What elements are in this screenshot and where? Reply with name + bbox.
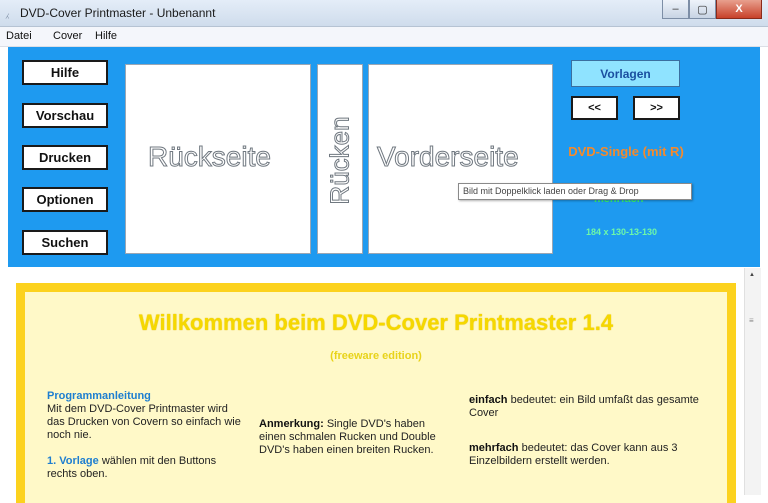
menu-cover[interactable]: Cover (53, 30, 82, 42)
back-cover-area[interactable]: Rückseite (125, 64, 311, 254)
window-controls: ‒ ▢ X (662, 0, 762, 20)
guide-text: Mit dem DVD-Cover Printmaster wird das D… (47, 403, 241, 441)
vertical-scrollbar[interactable]: ▲ ≡ (744, 268, 761, 495)
scroll-grip-icon[interactable]: ≡ (749, 316, 754, 325)
next-template-button[interactable]: >> (633, 96, 680, 120)
multi-paragraph: mehrfach bedeutet: das Cover kann aus 3 … (469, 442, 704, 468)
scroll-up-arrow-icon[interactable]: ▲ (749, 272, 755, 278)
spine-label: Rücken (324, 116, 355, 205)
step1-paragraph: 1. Vorlage wählen mit den Buttons rechts… (47, 455, 247, 481)
guide-column: Programmanleitung Mit dem DVD-Cover Prin… (47, 390, 247, 481)
minimize-button[interactable]: ‒ (662, 0, 689, 19)
simple-paragraph: einfach bedeutet: ein Bild umfaßt das ge… (469, 394, 704, 420)
cover-type-label: DVD-Single (mit R) (568, 144, 684, 159)
spine-area[interactable]: Rücken (317, 64, 363, 254)
back-cover-label: Rückseite (148, 141, 272, 173)
app-icon: ⁁ (6, 7, 9, 19)
multi-heading: mehrfach (469, 442, 519, 454)
menu-hilfe[interactable]: Hilfe (95, 30, 117, 42)
front-cover-label: Vorderseite (377, 141, 520, 173)
welcome-heading: Willkommen beim DVD-Cover Printmaster 1.… (138, 310, 614, 335)
vorschau-button[interactable]: Vorschau (22, 103, 108, 128)
optionen-button[interactable]: Optionen (22, 187, 108, 212)
suchen-button[interactable]: Suchen (22, 230, 108, 255)
vorlagen-button[interactable]: Vorlagen (571, 60, 680, 87)
size-label: 184 x 130-13-130 (586, 227, 658, 237)
control-panel: Hilfe Vorschau Drucken Optionen Suchen R… (8, 47, 760, 267)
drucken-button[interactable]: Drucken (22, 145, 108, 170)
guide-heading: Programmanleitung (47, 390, 151, 402)
step1-heading: 1. Vorlage (47, 455, 99, 467)
menu-bar: Datei Cover Hilfe (0, 27, 768, 47)
info-column: einfach bedeutet: ein Bild umfaßt das ge… (469, 394, 704, 468)
close-button[interactable]: X (716, 0, 762, 19)
note-heading: Anmerkung: (259, 418, 324, 430)
title-bar: ⁁ DVD-Cover Printmaster - Unbenannt ‒ ▢ … (0, 0, 768, 27)
window-title: DVD-Cover Printmaster - Unbenannt (20, 6, 216, 20)
menu-datei[interactable]: Datei (6, 30, 32, 42)
prev-template-button[interactable]: << (571, 96, 618, 120)
welcome-content: Willkommen beim DVD-Cover Printmaster 1.… (16, 283, 736, 503)
note-column: Anmerkung: Single DVD's haben einen schm… (259, 418, 454, 457)
hilfe-button[interactable]: Hilfe (22, 60, 108, 85)
tooltip: Bild mit Doppelklick laden oder Drag & D… (458, 183, 692, 200)
edition-label: (freeware edition) (330, 350, 422, 362)
simple-heading: einfach (469, 394, 508, 406)
front-cover-area[interactable]: Vorderseite (368, 64, 553, 254)
maximize-button[interactable]: ▢ (689, 0, 716, 19)
